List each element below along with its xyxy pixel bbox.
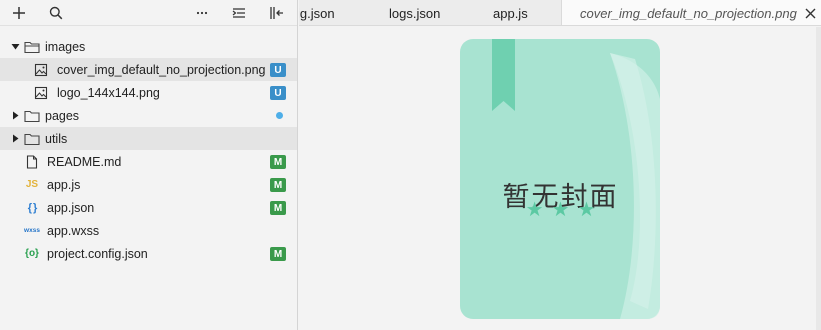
cover-image: 暂无封面 ★★★ (460, 39, 661, 320)
image-file-icon (33, 62, 49, 78)
tree-file-readme[interactable]: README.md M (0, 150, 297, 173)
tab-label: app.js (493, 5, 528, 21)
tree-item-label: logo_144x144.png (57, 85, 160, 100)
json-file-icon: { } (27, 201, 38, 214)
modified-badge: M (270, 201, 286, 215)
collapse-all-icon[interactable] (229, 3, 249, 23)
tab-label: logs.json (389, 5, 441, 21)
close-icon[interactable] (805, 8, 817, 20)
tree-item-label: README.md (47, 154, 122, 169)
tree-folder-utils[interactable]: utils (0, 127, 297, 150)
tree-file-app-wxss[interactable]: wxss app.wxss (0, 219, 297, 242)
search-icon[interactable] (46, 3, 66, 23)
plus-icon[interactable] (9, 3, 29, 23)
chevron-down-icon[interactable] (9, 41, 21, 53)
tree-folder-pages[interactable]: pages (0, 104, 297, 127)
explorer-toolbar (0, 0, 297, 26)
tree-file-cover-img[interactable]: cover_img_default_no_projection.png U (0, 58, 297, 81)
chevron-right-icon[interactable] (9, 110, 21, 122)
cover-stars: ★★★ (525, 199, 604, 221)
modified-dot (276, 112, 283, 119)
tab-cover-img[interactable]: cover_img_default_no_projection.png (561, 0, 821, 25)
folder-icon (24, 108, 40, 124)
tree-item-label: app.js (47, 177, 81, 192)
untracked-badge: U (270, 63, 286, 77)
tree-item-label: project.config.json (47, 246, 148, 261)
tab-label: ig.json (299, 5, 335, 21)
editor-tab-bar: ig.json logs.json app.js cover_img_defau… (299, 0, 821, 26)
tree-file-app-js[interactable]: JS app.js M (0, 173, 297, 196)
tree-item-label: cover_img_default_no_projection.png (57, 62, 266, 77)
tree-item-label: app.wxss (47, 223, 100, 238)
tree-item-label: app.json (47, 200, 95, 215)
image-preview-area: 暂无封面 ★★★ (299, 27, 821, 330)
file-tree: images cover_img_default_no_projection.p… (0, 35, 297, 265)
chevron-right-icon[interactable] (9, 133, 21, 145)
folder-icon (24, 131, 40, 147)
tree-file-project-config[interactable]: {o} project.config.json M (0, 242, 297, 265)
tree-item-label: images (45, 39, 86, 54)
tree-file-logo[interactable]: logo_144x144.png U (0, 81, 297, 104)
file-explorer: images cover_img_default_no_projection.p… (0, 0, 298, 330)
editor-scrollbar[interactable] (816, 27, 821, 330)
tab-label: cover_img_default_no_projection.png (580, 6, 797, 21)
wxss-file-icon: wxss (24, 227, 40, 234)
tree-file-app-json[interactable]: { } app.json M (0, 196, 297, 219)
js-file-icon: JS (25, 179, 39, 190)
config-file-icon: {o} (25, 248, 39, 259)
untracked-badge: U (270, 86, 286, 100)
image-file-icon (33, 85, 49, 101)
panel-toggle-icon[interactable] (267, 3, 287, 23)
folder-open-icon (24, 39, 40, 55)
ellipsis-icon[interactable] (192, 3, 212, 23)
tab-logs-json[interactable]: logs.json (389, 0, 441, 25)
modified-badge: M (270, 155, 286, 169)
modified-badge: M (270, 178, 286, 192)
tab-app-js[interactable]: app.js (493, 0, 528, 25)
tab-project-config-json[interactable]: ig.json (299, 0, 335, 25)
tree-item-label: pages (45, 108, 80, 123)
file-icon (24, 154, 40, 170)
tree-item-label: utils (45, 131, 68, 146)
modified-badge: M (270, 247, 286, 261)
tree-folder-images[interactable]: images (0, 35, 297, 58)
